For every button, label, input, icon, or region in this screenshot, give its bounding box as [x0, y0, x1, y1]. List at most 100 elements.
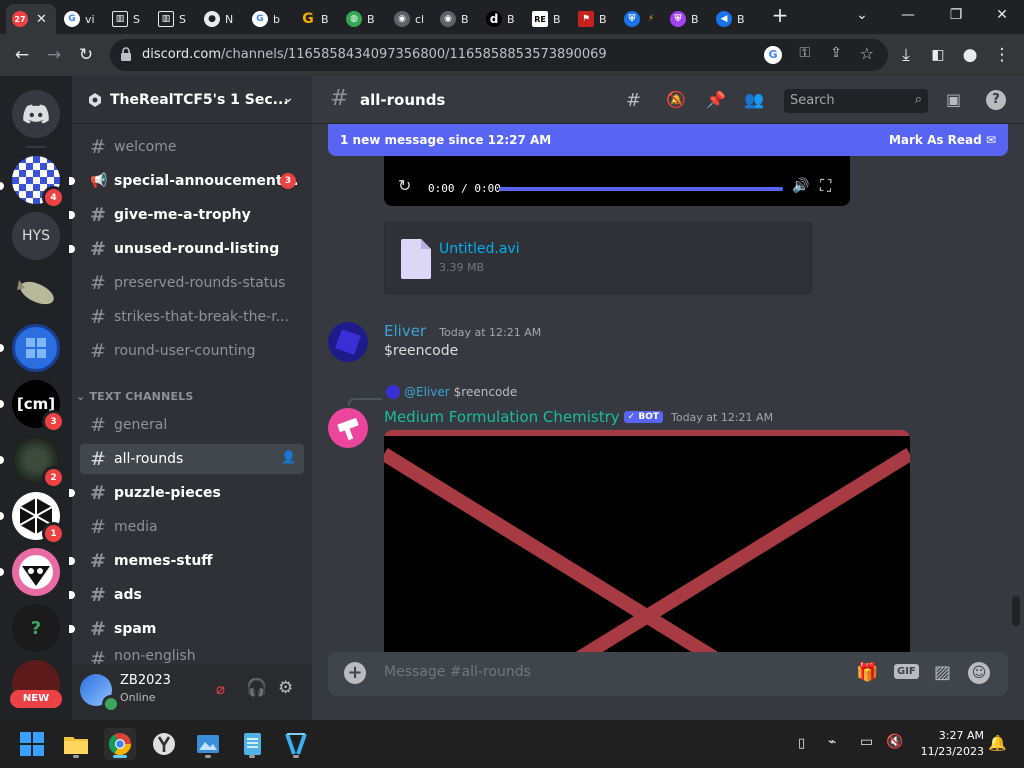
- server-hys[interactable]: HYS: [12, 212, 60, 260]
- minimize-icon[interactable]: —: [888, 4, 928, 26]
- message-author[interactable]: Medium Formulation Chemistry: [384, 408, 620, 426]
- attachment-link[interactable]: Untitled.avi: [439, 241, 520, 257]
- server-pink-face[interactable]: [12, 548, 60, 596]
- tab-flag[interactable]: ⚑ B: [572, 4, 618, 34]
- member-list-icon[interactable]: 👥: [744, 90, 764, 109]
- notification-muted-icon[interactable]: 🔕: [666, 90, 686, 109]
- tab-building-1[interactable]: ▥ S: [106, 4, 152, 34]
- channel-spam[interactable]: # spam: [80, 614, 304, 644]
- channel-general[interactable]: # general: [80, 410, 304, 440]
- channel-ads[interactable]: # ads: [80, 580, 304, 610]
- chevron-down-icon[interactable]: ⌄: [282, 90, 294, 106]
- reply-preview[interactable]: @Eliver $reencode: [386, 385, 517, 399]
- emoji-icon[interactable]: ☺: [968, 662, 990, 684]
- tab-building-2[interactable]: ▥ S: [152, 4, 198, 34]
- tab-shield-2[interactable]: ⛨ B: [664, 4, 710, 34]
- avatar[interactable]: [328, 322, 368, 362]
- channel-media[interactable]: # media: [80, 512, 304, 542]
- close-tab-icon[interactable]: ✕: [36, 12, 47, 27]
- volume-icon[interactable]: 🔊: [792, 178, 809, 194]
- chrome-taskbar-button[interactable]: [104, 728, 136, 760]
- search-input[interactable]: Search ⌕: [784, 89, 928, 113]
- tab-chrome-b[interactable]: ◉ B: [434, 4, 480, 34]
- mark-as-read-button[interactable]: Mark As Read ✉: [889, 133, 996, 147]
- upload-plus-icon[interactable]: +: [344, 662, 366, 684]
- chat-scrollbar[interactable]: [1012, 596, 1020, 626]
- tablet-icon[interactable]: ▯: [798, 736, 805, 751]
- channel-memes-stuff[interactable]: # memes-stuff: [80, 546, 304, 576]
- photos-button[interactable]: [192, 728, 224, 760]
- channel-unused-round-listing[interactable]: # unused-round-listing: [80, 234, 304, 264]
- notification-bell-icon[interactable]: 🔔: [988, 734, 1007, 752]
- back-icon[interactable]: ←: [10, 43, 34, 67]
- tab-discord[interactable]: 27 ✕: [6, 4, 56, 34]
- clock[interactable]: 3:27 AM 11/23/2023: [912, 728, 984, 760]
- headphones-icon[interactable]: 🎧: [246, 678, 267, 698]
- channel-welcome[interactable]: # welcome: [80, 132, 304, 162]
- server-header[interactable]: TheRealTCF5's 1 Sec... ⌄: [72, 76, 312, 124]
- channel-preserved-rounds-status[interactable]: # preserved-rounds-status: [80, 268, 304, 298]
- start-button[interactable]: [16, 728, 48, 760]
- address-bar[interactable]: discord.com/channels/1165858434097356800…: [110, 39, 888, 71]
- video-progress-bar[interactable]: [499, 187, 783, 191]
- close-window-icon[interactable]: ✕: [982, 4, 1022, 26]
- category-text-channels[interactable]: ⌄ TEXT CHANNELS: [76, 390, 194, 403]
- gif-icon[interactable]: GIF: [894, 664, 919, 679]
- tab-search-icon[interactable]: ⌄: [842, 4, 882, 26]
- help-icon[interactable]: ?: [986, 90, 1006, 110]
- tab-shield-1[interactable]: ⛨ ⚡: [618, 4, 664, 34]
- channel-special-announcements[interactable]: 📢 special-annoucement... 3: [80, 166, 304, 196]
- avatar[interactable]: [328, 408, 368, 448]
- channel-give-me-a-trophy[interactable]: # give-me-a-trophy: [80, 200, 304, 230]
- settings-gear-icon[interactable]: ⚙: [278, 678, 293, 698]
- snipping-tool-button[interactable]: [280, 728, 312, 760]
- gift-icon[interactable]: 🎁: [856, 662, 878, 683]
- file-explorer-button[interactable]: [60, 728, 92, 760]
- tab-google-b[interactable]: Gb: [246, 4, 292, 34]
- video-player[interactable]: ↻ 0:00 / 0:00 🔊 ⛶: [384, 156, 850, 206]
- tab-chrome-cl[interactable]: ◉ cl: [388, 4, 434, 34]
- network-offline-icon[interactable]: ⌁: [828, 734, 836, 750]
- share-icon[interactable]: ⇪: [830, 45, 842, 61]
- invite-member-icon[interactable]: 👤: [281, 450, 296, 464]
- sticker-icon[interactable]: ▨: [934, 662, 951, 683]
- message-author[interactable]: Eliver: [384, 322, 426, 340]
- profile-icon[interactable]: ●: [958, 43, 982, 67]
- tab-g[interactable]: GB: [294, 4, 340, 34]
- server-windows[interactable]: [12, 324, 60, 372]
- server-fish[interactable]: [12, 268, 60, 316]
- tab-fish[interactable]: ◀ B: [710, 4, 756, 34]
- chrome-menu-icon[interactable]: ⋮: [990, 43, 1014, 67]
- discord-home-button[interactable]: [12, 90, 60, 138]
- tab-globe[interactable]: ◍ B: [340, 4, 386, 34]
- display-icon[interactable]: ▭: [860, 734, 873, 750]
- restore-icon[interactable]: ❐: [936, 4, 976, 26]
- mute-microphone-icon[interactable]: ⌀: [216, 680, 225, 698]
- tab-github[interactable]: ● N: [198, 4, 244, 34]
- tab-d[interactable]: dB: [480, 4, 526, 34]
- fullscreen-icon[interactable]: ⛶: [820, 176, 831, 196]
- channel-all-rounds[interactable]: # all-rounds 👤: [80, 444, 304, 474]
- channel-strikes[interactable]: # strikes-that-break-the-r...: [80, 302, 304, 332]
- replay-icon[interactable]: ↻: [398, 176, 411, 195]
- channel-round-user-counting[interactable]: # round-user-counting: [80, 336, 304, 366]
- new-messages-bar[interactable]: 1 new message since 12:27 AM Mark As Rea…: [328, 124, 1008, 156]
- message-input[interactable]: [384, 664, 824, 680]
- volume-muted-icon[interactable]: 🔇: [886, 734, 903, 750]
- key-icon[interactable]: ⚿: [799, 45, 810, 61]
- reload-icon[interactable]: ↻: [74, 43, 98, 67]
- bookmark-star-icon[interactable]: ☆: [860, 44, 874, 63]
- tab-google-vi[interactable]: Gvi: [58, 4, 104, 34]
- side-panel-icon[interactable]: ◧: [926, 43, 950, 67]
- video-embed[interactable]: [384, 430, 910, 652]
- yandex-browser-button[interactable]: [148, 728, 180, 760]
- notepad-button[interactable]: [236, 728, 268, 760]
- forward-icon[interactable]: →: [42, 43, 66, 67]
- server-question[interactable]: ?: [12, 604, 60, 652]
- channel-puzzle-pieces[interactable]: # puzzle-pieces: [80, 478, 304, 508]
- pin-icon[interactable]: 📌: [706, 90, 726, 109]
- tab-re[interactable]: RE B: [526, 4, 572, 34]
- channel-non-english[interactable]: # non-english: [80, 648, 304, 664]
- google-lens-icon[interactable]: G: [764, 46, 782, 64]
- download-icon[interactable]: ⤓: [894, 43, 918, 67]
